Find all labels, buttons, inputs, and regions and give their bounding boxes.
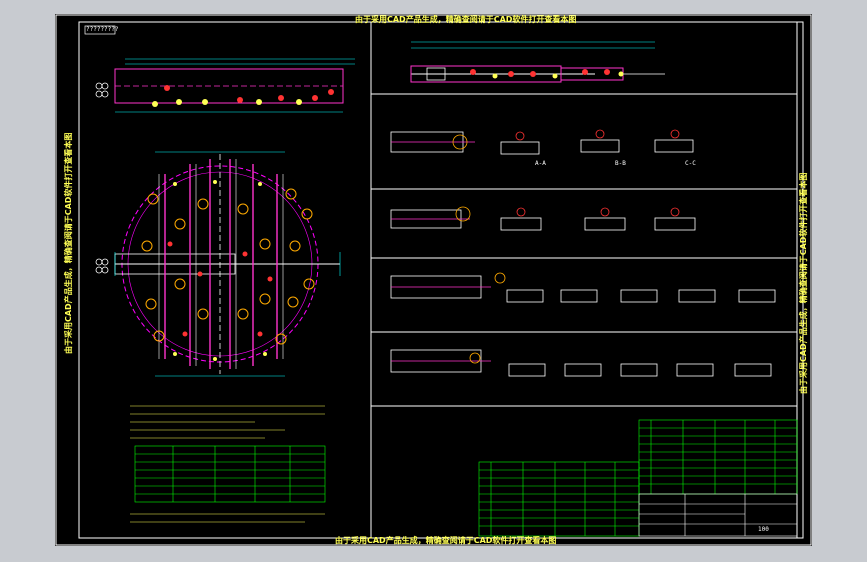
parts-list-table xyxy=(478,419,798,537)
cad-drawing-canvas[interactable]: 由于采用CAD产品生成，精确查阅请于CAD软件打开查看本图 由于采用CAD产品生… xyxy=(55,14,812,546)
section-label-b: B-B xyxy=(615,160,626,167)
notes-area xyxy=(130,405,325,523)
cad-drawing xyxy=(55,14,812,546)
section-label-a: A-A xyxy=(535,160,546,167)
side-text-right: 由于采用CAD产品生成，精确查阅请于CAD软件打开查看本图 xyxy=(799,172,808,394)
right-top-elevation xyxy=(410,41,665,83)
drawing-title-bottom: 由于采用CAD产品生成，精确查阅请于CAD软件打开查看本图 xyxy=(335,536,557,545)
frame-tag: ????????? xyxy=(86,26,119,33)
drawing-title-top: 由于采用CAD产品生成，精确查阅请于CAD软件打开查看本图 xyxy=(355,15,577,24)
detail-rows xyxy=(390,129,776,377)
title-block xyxy=(638,493,798,537)
plan-view-circle xyxy=(114,151,341,377)
side-text-left: 由于采用CAD产品生成，精确查阅请于CAD软件打开查看本图 xyxy=(64,132,73,354)
section-label-c: C-C xyxy=(685,160,696,167)
left-parts-table xyxy=(134,445,326,503)
page-number: 100 xyxy=(758,526,769,533)
